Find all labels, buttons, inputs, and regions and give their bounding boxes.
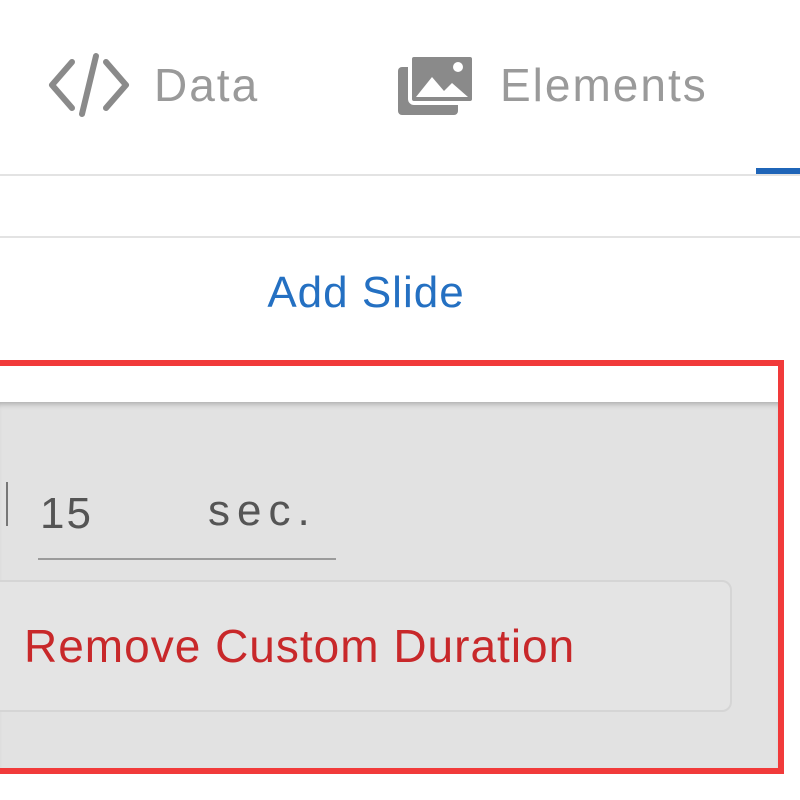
images-icon <box>396 53 476 117</box>
section-divider <box>0 236 800 238</box>
tab-data[interactable]: Data <box>48 40 259 130</box>
tabs-divider <box>0 174 800 176</box>
remove-custom-duration-button[interactable]: Remove Custom Duration <box>0 580 732 712</box>
panel-edge-mark <box>0 482 8 526</box>
slide-duration-panel: sec. Remove Custom Duration <box>0 402 778 768</box>
tab-elements[interactable]: Elements <box>396 40 708 130</box>
code-icon <box>48 50 130 120</box>
page: Data Elements Add Slide sec. Remove Cust… <box>0 0 800 800</box>
add-slide-link[interactable]: Add Slide <box>0 268 732 318</box>
duration-unit-label: sec. <box>208 486 317 535</box>
tab-elements-label: Elements <box>500 59 708 111</box>
tab-data-label: Data <box>154 59 260 111</box>
